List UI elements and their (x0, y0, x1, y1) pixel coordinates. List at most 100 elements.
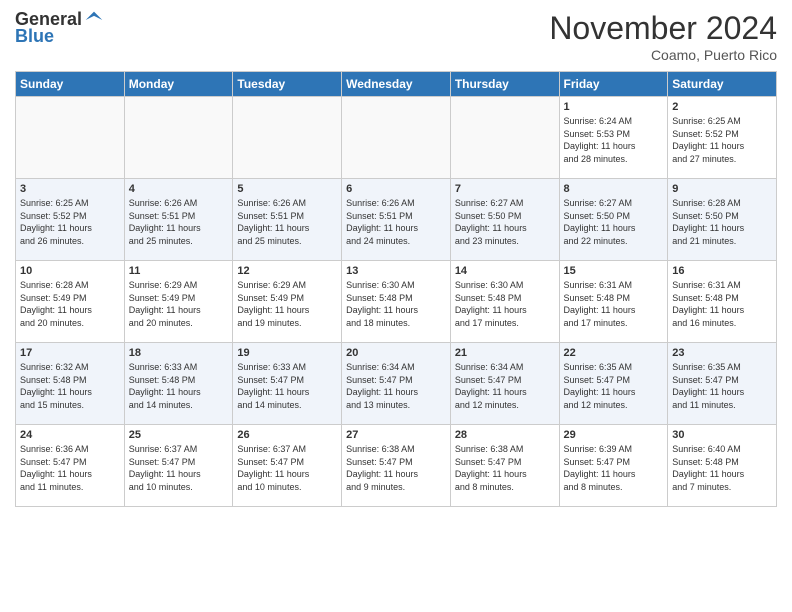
day-number: 14 (455, 265, 555, 277)
calendar-cell: 29 Sunrise: 6:39 AM Sunset: 5:47 PM Dayli… (559, 425, 668, 507)
day-number: 3 (20, 183, 120, 195)
month-title: November 2024 (549, 10, 777, 47)
calendar-table: SundayMondayTuesdayWednesdayThursdayFrid… (15, 71, 777, 507)
day-number: 30 (672, 429, 772, 441)
day-number: 16 (672, 265, 772, 277)
day-number: 21 (455, 347, 555, 359)
day-number: 25 (129, 429, 229, 441)
page-container: General Blue November 2024 Coamo, Puerto… (0, 0, 792, 517)
day-info: Sunrise: 6:36 AM Sunset: 5:47 PM Dayligh… (20, 443, 120, 493)
day-number: 20 (346, 347, 446, 359)
day-info: Sunrise: 6:29 AM Sunset: 5:49 PM Dayligh… (237, 279, 337, 329)
day-number: 19 (237, 347, 337, 359)
calendar-cell (450, 97, 559, 179)
day-number: 1 (564, 101, 664, 113)
day-number: 22 (564, 347, 664, 359)
day-number: 28 (455, 429, 555, 441)
day-info: Sunrise: 6:34 AM Sunset: 5:47 PM Dayligh… (346, 361, 446, 411)
calendar-header: SundayMondayTuesdayWednesdayThursdayFrid… (16, 72, 777, 97)
calendar-cell: 17 Sunrise: 6:32 AM Sunset: 5:48 PM Dayli… (16, 343, 125, 425)
day-info: Sunrise: 6:29 AM Sunset: 5:49 PM Dayligh… (129, 279, 229, 329)
calendar-cell: 13 Sunrise: 6:30 AM Sunset: 5:48 PM Dayli… (342, 261, 451, 343)
day-number: 8 (564, 183, 664, 195)
day-number: 26 (237, 429, 337, 441)
calendar-cell: 5 Sunrise: 6:26 AM Sunset: 5:51 PM Daylig… (233, 179, 342, 261)
calendar-cell: 26Sunrise: 6:37 AM Sunset: 5:47 PM Dayli… (233, 425, 342, 507)
calendar-cell: 25 Sunrise: 6:37 AM Sunset: 5:47 PM Dayli… (124, 425, 233, 507)
day-info: Sunrise: 6:31 AM Sunset: 5:48 PM Dayligh… (672, 279, 772, 329)
calendar-week-4: 24 Sunrise: 6:36 AM Sunset: 5:47 PM Dayli… (16, 425, 777, 507)
calendar-cell: 6Sunrise: 6:26 AM Sunset: 5:51 PM Daylig… (342, 179, 451, 261)
header-cell-friday: Friday (559, 72, 668, 97)
subtitle: Coamo, Puerto Rico (549, 47, 777, 63)
day-info: Sunrise: 6:39 AM Sunset: 5:47 PM Dayligh… (564, 443, 664, 493)
day-number: 18 (129, 347, 229, 359)
calendar-week-0: 1 Sunrise: 6:24 AM Sunset: 5:53 PM Daylig… (16, 97, 777, 179)
calendar-cell: 2 Sunrise: 6:25 AM Sunset: 5:52 PM Daylig… (668, 97, 777, 179)
day-info: Sunrise: 6:40 AM Sunset: 5:48 PM Dayligh… (672, 443, 772, 493)
day-info: Sunrise: 6:27 AM Sunset: 5:50 PM Dayligh… (455, 197, 555, 247)
calendar-cell (16, 97, 125, 179)
calendar-cell: 27Sunrise: 6:38 AM Sunset: 5:47 PM Dayli… (342, 425, 451, 507)
day-number: 7 (455, 183, 555, 195)
day-info: Sunrise: 6:35 AM Sunset: 5:47 PM Dayligh… (564, 361, 664, 411)
header-cell-sunday: Sunday (16, 72, 125, 97)
calendar-cell: 16 Sunrise: 6:31 AM Sunset: 5:48 PM Dayli… (668, 261, 777, 343)
day-info: Sunrise: 6:28 AM Sunset: 5:50 PM Dayligh… (672, 197, 772, 247)
day-info: Sunrise: 6:26 AM Sunset: 5:51 PM Dayligh… (237, 197, 337, 247)
logo-icon (84, 10, 104, 30)
day-number: 2 (672, 101, 772, 113)
day-info: Sunrise: 6:31 AM Sunset: 5:48 PM Dayligh… (564, 279, 664, 329)
calendar-cell: 12 Sunrise: 6:29 AM Sunset: 5:49 PM Dayli… (233, 261, 342, 343)
day-info: Sunrise: 6:33 AM Sunset: 5:48 PM Dayligh… (129, 361, 229, 411)
day-info: Sunrise: 6:38 AM Sunset: 5:47 PM Dayligh… (346, 443, 446, 493)
header-cell-saturday: Saturday (668, 72, 777, 97)
calendar-cell: 15 Sunrise: 6:31 AM Sunset: 5:48 PM Dayli… (559, 261, 668, 343)
header-cell-tuesday: Tuesday (233, 72, 342, 97)
calendar-cell: 23Sunrise: 6:35 AM Sunset: 5:47 PM Dayli… (668, 343, 777, 425)
day-number: 24 (20, 429, 120, 441)
day-info: Sunrise: 6:38 AM Sunset: 5:47 PM Dayligh… (455, 443, 555, 493)
title-block: November 2024 Coamo, Puerto Rico (549, 10, 777, 63)
calendar-week-1: 3 Sunrise: 6:25 AM Sunset: 5:52 PM Daylig… (16, 179, 777, 261)
calendar-body: 1 Sunrise: 6:24 AM Sunset: 5:53 PM Daylig… (16, 97, 777, 507)
day-info: Sunrise: 6:25 AM Sunset: 5:52 PM Dayligh… (20, 197, 120, 247)
day-info: Sunrise: 6:28 AM Sunset: 5:49 PM Dayligh… (20, 279, 120, 329)
day-number: 11 (129, 265, 229, 277)
day-info: Sunrise: 6:26 AM Sunset: 5:51 PM Dayligh… (346, 197, 446, 247)
day-info: Sunrise: 6:27 AM Sunset: 5:50 PM Dayligh… (564, 197, 664, 247)
day-info: Sunrise: 6:26 AM Sunset: 5:51 PM Dayligh… (129, 197, 229, 247)
day-info: Sunrise: 6:24 AM Sunset: 5:53 PM Dayligh… (564, 115, 664, 165)
day-number: 13 (346, 265, 446, 277)
calendar-cell: 24 Sunrise: 6:36 AM Sunset: 5:47 PM Dayli… (16, 425, 125, 507)
calendar-cell: 22 Sunrise: 6:35 AM Sunset: 5:47 PM Dayli… (559, 343, 668, 425)
day-number: 9 (672, 183, 772, 195)
calendar-cell: 8 Sunrise: 6:27 AM Sunset: 5:50 PM Daylig… (559, 179, 668, 261)
day-info: Sunrise: 6:25 AM Sunset: 5:52 PM Dayligh… (672, 115, 772, 165)
day-info: Sunrise: 6:30 AM Sunset: 5:48 PM Dayligh… (455, 279, 555, 329)
calendar-cell: 10 Sunrise: 6:28 AM Sunset: 5:49 PM Dayli… (16, 261, 125, 343)
day-number: 4 (129, 183, 229, 195)
calendar-cell: 20 Sunrise: 6:34 AM Sunset: 5:47 PM Dayli… (342, 343, 451, 425)
day-info: Sunrise: 6:30 AM Sunset: 5:48 PM Dayligh… (346, 279, 446, 329)
calendar-week-2: 10 Sunrise: 6:28 AM Sunset: 5:49 PM Dayli… (16, 261, 777, 343)
day-number: 10 (20, 265, 120, 277)
day-number: 12 (237, 265, 337, 277)
day-info: Sunrise: 6:32 AM Sunset: 5:48 PM Dayligh… (20, 361, 120, 411)
calendar-cell: 30 Sunrise: 6:40 AM Sunset: 5:48 PM Dayli… (668, 425, 777, 507)
day-number: 5 (237, 183, 337, 195)
day-number: 29 (564, 429, 664, 441)
day-number: 17 (20, 347, 120, 359)
calendar-cell (124, 97, 233, 179)
day-info: Sunrise: 6:34 AM Sunset: 5:47 PM Dayligh… (455, 361, 555, 411)
calendar-cell: 18 Sunrise: 6:33 AM Sunset: 5:48 PM Dayli… (124, 343, 233, 425)
header-cell-wednesday: Wednesday (342, 72, 451, 97)
day-number: 15 (564, 265, 664, 277)
calendar-cell: 19Sunrise: 6:33 AM Sunset: 5:47 PM Dayli… (233, 343, 342, 425)
header-cell-thursday: Thursday (450, 72, 559, 97)
calendar-cell: 1 Sunrise: 6:24 AM Sunset: 5:53 PM Daylig… (559, 97, 668, 179)
day-info: Sunrise: 6:37 AM Sunset: 5:47 PM Dayligh… (129, 443, 229, 493)
header-cell-monday: Monday (124, 72, 233, 97)
calendar-cell: 21 Sunrise: 6:34 AM Sunset: 5:47 PM Dayli… (450, 343, 559, 425)
calendar-cell: 7 Sunrise: 6:27 AM Sunset: 5:50 PM Daylig… (450, 179, 559, 261)
